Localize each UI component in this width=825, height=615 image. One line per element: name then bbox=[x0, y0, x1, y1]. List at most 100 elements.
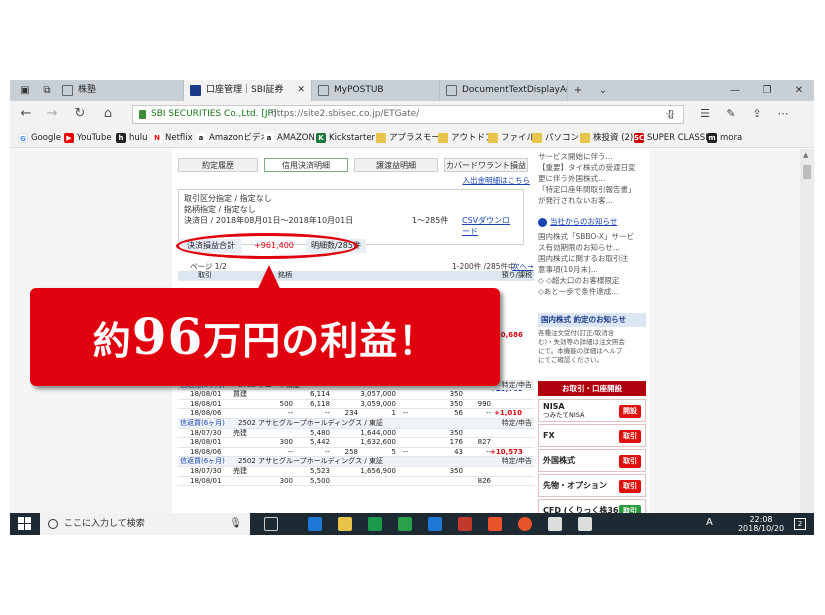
folder-icon bbox=[532, 133, 542, 143]
netflix-icon: N bbox=[152, 133, 162, 143]
account-item: FX 取引 bbox=[538, 424, 646, 447]
cell-date: 18/07/30 bbox=[190, 466, 222, 475]
scroll-thumb[interactable] bbox=[803, 165, 811, 179]
app-green2-icon[interactable] bbox=[398, 517, 412, 531]
tab-kabujuku[interactable]: 株塾 bbox=[56, 80, 184, 101]
windows-start-icon[interactable] bbox=[18, 517, 32, 531]
sub-tabs: 約定履歴 信用決済明細 譲渡益明細 カバードワラント損益 bbox=[178, 158, 528, 172]
bookmark-super-classic[interactable]: SC SUPER CLASSIC bbox=[634, 128, 714, 148]
bookmark-stocks[interactable]: 株投資 (2) bbox=[580, 128, 633, 148]
result-count: 1～285件 bbox=[412, 216, 449, 225]
refresh-icon[interactable]: ↻ bbox=[70, 105, 90, 123]
folder-icon bbox=[376, 133, 386, 143]
bookmark-kickstarter[interactable]: K Kickstarter bbox=[316, 128, 375, 148]
tab-document[interactable]: DocumentTextDisplayActio bbox=[440, 80, 568, 101]
task-view-icon[interactable] bbox=[264, 517, 278, 531]
account-action-button[interactable]: 取引 bbox=[619, 480, 641, 493]
bookmark-file[interactable]: ファイル bbox=[488, 128, 535, 148]
tab-sbi[interactable]: 口座管理｜SBI証券 ✕ bbox=[184, 80, 312, 101]
cell-date: 18/07/30 bbox=[190, 428, 222, 437]
minimize-icon[interactable]: — bbox=[720, 80, 750, 101]
page-scrollbar[interactable]: ▲ bbox=[800, 149, 814, 513]
bookmark-amazon-video[interactable]: a Amazonビデオ bbox=[196, 128, 269, 148]
hub-icon[interactable]: ☰ bbox=[696, 107, 714, 120]
cell-p: 5,442 bbox=[309, 438, 330, 447]
notification-icon[interactable]: 2 bbox=[794, 518, 806, 530]
bookmark-outdoor[interactable]: アウトドア bbox=[438, 128, 494, 148]
notice-list: サービス開始に伴う... 【重要】タイ株式の受渡日変 更に伴う外国株式... 「… bbox=[538, 152, 636, 205]
taskbar-search-input[interactable]: ここに入力して検索 🎙 bbox=[40, 513, 250, 535]
account-action-button[interactable]: 取引 bbox=[619, 455, 641, 468]
close-window-icon[interactable]: ✕ bbox=[784, 80, 814, 101]
home-icon[interactable]: ⌂ bbox=[98, 105, 118, 123]
url-field[interactable]: SBI SECURITIES Co.,Ltd. [JP] https://sit… bbox=[132, 105, 684, 124]
forward-icon[interactable]: → bbox=[42, 105, 62, 123]
cash-history-link[interactable]: 入出金明細はこちら bbox=[440, 175, 531, 186]
reading-view-icon[interactable]: ▯ bbox=[662, 107, 680, 120]
app-green-icon[interactable] bbox=[368, 517, 382, 531]
tab-transfer-gain[interactable]: 譲渡益明細 bbox=[354, 158, 438, 172]
filter-type: 取引区分指定 / 指定なし bbox=[184, 194, 272, 203]
tab-mypostub[interactable]: MyPOSTUB bbox=[312, 80, 440, 101]
edge-icon[interactable] bbox=[308, 517, 322, 531]
close-tab-icon[interactable]: ✕ bbox=[297, 80, 305, 101]
cell-p: 5,523 bbox=[309, 466, 330, 475]
bookmark-youtube[interactable]: ▶ YouTube bbox=[64, 128, 112, 148]
url-text: https://site2.sbisec.co.jp/ETGate/ bbox=[271, 109, 420, 119]
dropbox-icon[interactable] bbox=[428, 517, 442, 531]
right-sidebar: サービス開始に伴う... 【重要】タイ株式の受渡日変 更に伴う外国株式... 「… bbox=[538, 149, 648, 513]
cell-v: 1,632,600 bbox=[360, 438, 396, 447]
tab-dropdown-icon[interactable]: ⌄ bbox=[588, 80, 618, 101]
bookmark-hulu[interactable]: h hulu bbox=[116, 128, 148, 148]
scroll-up-icon[interactable]: ▲ bbox=[803, 151, 808, 159]
cell-f: 350 bbox=[449, 399, 463, 408]
share-icon[interactable]: ⇪ bbox=[748, 107, 766, 120]
table-row: 18/08/01 買建 6,114 3,057,000 350 bbox=[178, 390, 534, 400]
sbi-favicon-icon bbox=[190, 85, 201, 96]
app-grey-icon[interactable] bbox=[578, 517, 592, 531]
bookmark-mora[interactable]: m mora bbox=[707, 128, 742, 148]
account-action-button[interactable]: 取引 bbox=[619, 505, 641, 513]
account-item: CFD (くりっく株365) 取引 bbox=[538, 499, 646, 513]
cell-v: 1,656,900 bbox=[360, 466, 396, 475]
cell-date: 18/08/01 bbox=[190, 438, 222, 447]
tab-margin-settlement[interactable]: 信用決済明細 bbox=[264, 158, 348, 172]
account-action-button[interactable]: 取引 bbox=[619, 430, 641, 443]
filter-date: 決済日 / 2018年08月01日～2018年10月01日 bbox=[184, 216, 354, 225]
opera-icon[interactable] bbox=[518, 517, 532, 531]
account-item: NISA つみたてNISA 開設 bbox=[538, 399, 646, 422]
cell-f: 350 bbox=[449, 390, 463, 399]
csv-download-link[interactable]: CSVダウンロード bbox=[462, 215, 518, 237]
bookmark-netflix[interactable]: N Netflix bbox=[152, 128, 193, 148]
tab-covered-warrant[interactable]: カバードワラント損益 bbox=[444, 158, 528, 172]
cell-date: 18/08/06 bbox=[190, 409, 222, 418]
cell-p: -- bbox=[324, 409, 330, 418]
cell-b: 売建 bbox=[233, 466, 247, 475]
cell-pl: +10,573 bbox=[490, 447, 523, 456]
bookmark-pc[interactable]: パソコン bbox=[532, 128, 579, 148]
more-icon[interactable]: ⋯ bbox=[774, 107, 792, 120]
microphone-icon[interactable]: 🎙 bbox=[229, 513, 242, 535]
back-icon[interactable]: ← bbox=[16, 105, 36, 123]
bookmark-google[interactable]: G Google bbox=[18, 128, 61, 148]
account-action-button[interactable]: 開設 bbox=[619, 405, 641, 418]
mail-icon[interactable] bbox=[548, 517, 562, 531]
pen-icon[interactable]: ✎ bbox=[722, 107, 740, 120]
tab-label: MyPOSTUB bbox=[334, 85, 384, 95]
contract-notice-text: 各種注文受付(訂正/取消含 む)・失効等の詳細は注文照会 にて。本機能の詳細はヘ… bbox=[538, 329, 626, 364]
cell-date: 18/08/06 bbox=[190, 447, 222, 456]
bookmark-amazon[interactable]: a AMAZON bbox=[264, 128, 315, 148]
cell-q: -- bbox=[287, 409, 293, 418]
cell-t: -- bbox=[485, 447, 491, 456]
cell-kind: 信返買(6ヶ月) bbox=[180, 457, 225, 466]
account-label: 先物・オプション bbox=[543, 481, 607, 490]
app-red-icon[interactable] bbox=[458, 517, 472, 531]
clock[interactable]: 22:08 2018/10/20 bbox=[733, 515, 789, 533]
google-icon: G bbox=[18, 133, 28, 143]
ime-indicator[interactable]: A bbox=[706, 517, 713, 528]
tab-execution-history[interactable]: 約定履歴 bbox=[178, 158, 258, 172]
maximize-icon[interactable]: ❐ bbox=[752, 80, 782, 101]
explorer-icon[interactable] bbox=[338, 517, 352, 531]
company-notice-link[interactable]: 当社からのお知らせ bbox=[538, 215, 646, 229]
office-icon[interactable] bbox=[488, 517, 502, 531]
